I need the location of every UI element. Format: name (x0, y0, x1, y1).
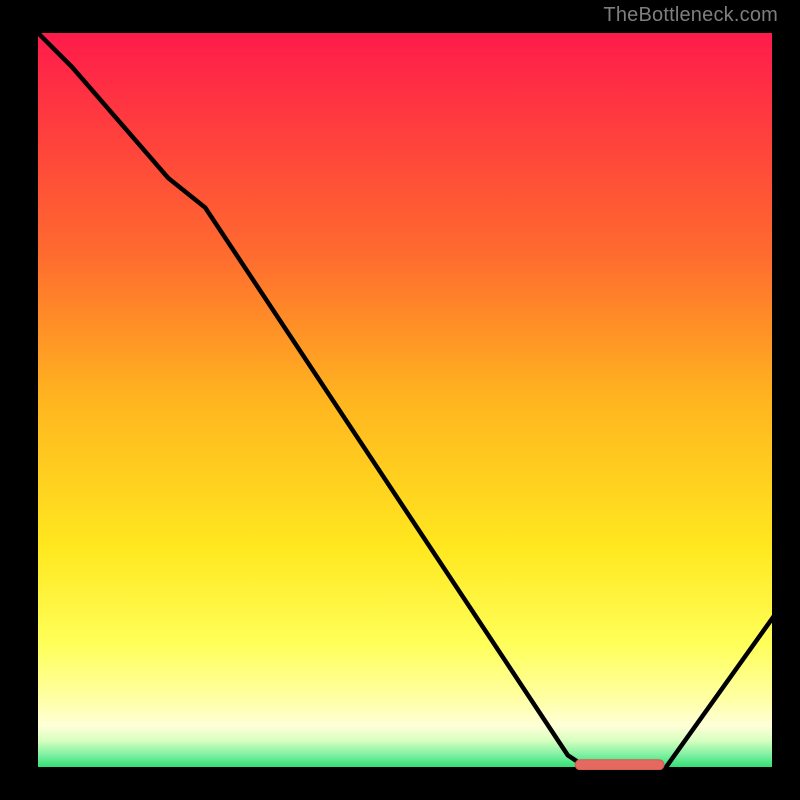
watermark-text: TheBottleneck.com (603, 4, 778, 27)
optimal-marker (575, 760, 664, 770)
plot-area (35, 30, 775, 770)
marker-group (575, 760, 664, 770)
chart-frame: TheBottleneck.com (0, 0, 800, 800)
gradient-background (35, 30, 775, 770)
chart-svg (35, 30, 775, 770)
